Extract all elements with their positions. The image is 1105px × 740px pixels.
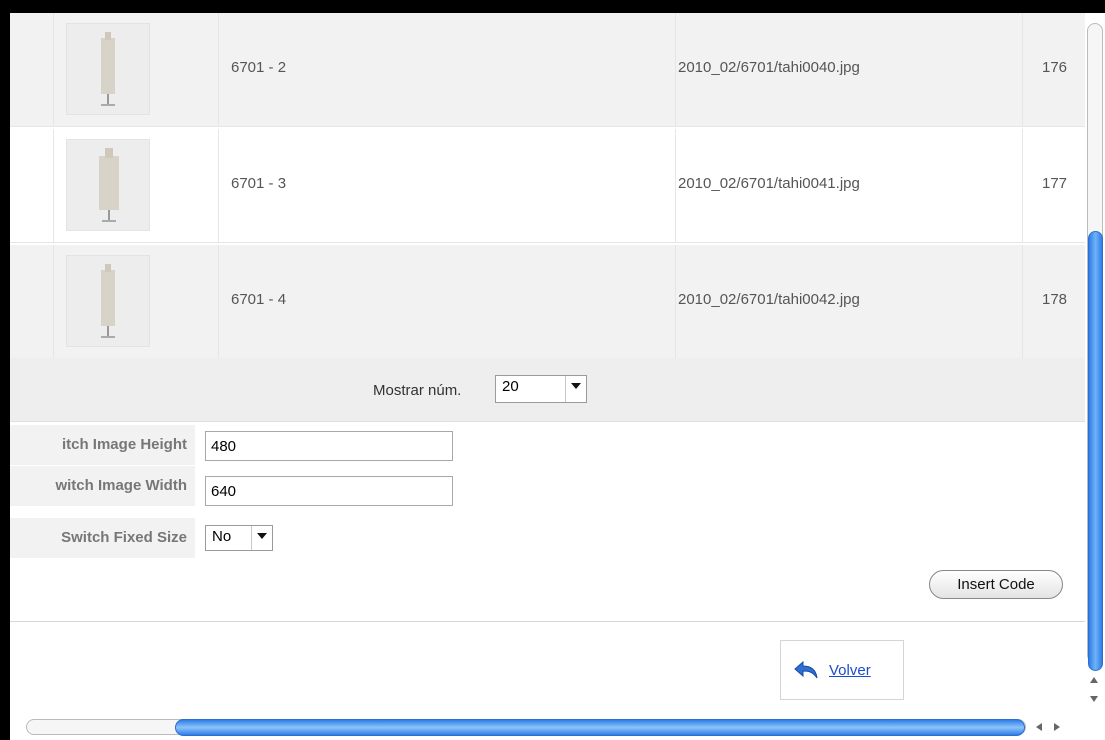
volver-link[interactable]: Volver <box>829 662 871 679</box>
height-label-cell: itch Image Height <box>10 425 195 466</box>
thumbnail-image[interactable] <box>66 255 150 347</box>
back-arrow-icon <box>794 660 818 679</box>
height-input[interactable]: 480 <box>205 431 453 461</box>
scroll-down-icon[interactable] <box>1090 696 1098 702</box>
image-id: 176 <box>1042 59 1068 76</box>
thumbnail-image[interactable] <box>66 23 150 115</box>
fixed-size-value: No <box>212 528 232 545</box>
image-file-path: 2010_02/6701/tahi0040.jpg <box>678 59 860 76</box>
pagination-label: Mostrar núm. <box>373 382 462 399</box>
pagination-bar: Mostrar núm. 20 <box>10 358 1085 422</box>
scroll-left-icon[interactable] <box>1036 723 1042 731</box>
horizontal-scrollbar[interactable] <box>10 714 1105 740</box>
fixed-size-label: Switch Fixed Size <box>61 529 187 546</box>
table-row[interactable]: 6701 - 2 2010_02/6701/tahi0040.jpg 176 <box>10 13 1085 127</box>
scroll-thumb[interactable] <box>1088 231 1103 671</box>
width-label-cell: witch Image Width <box>10 466 195 507</box>
scroll-right-icon[interactable] <box>1054 723 1060 731</box>
chevron-down-icon <box>565 376 586 402</box>
image-file-path: 2010_02/6701/tahi0042.jpg <box>678 291 860 308</box>
page-size-value: 20 <box>502 378 519 395</box>
image-name: 6701 - 2 <box>231 59 287 76</box>
table-row[interactable]: 6701 - 3 2010_02/6701/tahi0041.jpg 177 <box>10 129 1085 243</box>
chevron-down-icon <box>251 526 272 550</box>
width-label: witch Image Width <box>55 477 187 494</box>
table-row[interactable]: 6701 - 4 2010_02/6701/tahi0042.jpg 178 <box>10 245 1085 359</box>
width-input[interactable]: 640 <box>205 476 453 506</box>
fixed-size-select[interactable]: No <box>205 525 273 551</box>
scroll-thumb[interactable] <box>175 719 1025 736</box>
scrollbar-corner <box>1085 714 1105 740</box>
divider <box>10 621 1085 622</box>
volver-box: Volver <box>780 640 904 700</box>
insert-code-button[interactable]: Insert Code <box>929 570 1063 599</box>
scroll-up-icon[interactable] <box>1090 677 1098 683</box>
image-name: 6701 - 4 <box>231 291 287 308</box>
page-size-select[interactable]: 20 <box>495 375 587 403</box>
page-viewport: 6701 - 2 2010_02/6701/tahi0040.jpg 176 6… <box>10 13 1085 714</box>
image-name: 6701 - 3 <box>231 175 287 192</box>
image-file-path: 2010_02/6701/tahi0041.jpg <box>678 175 860 192</box>
fixed-size-label-cell: Switch Fixed Size <box>10 518 195 559</box>
thumbnail-image[interactable] <box>66 139 150 231</box>
image-id: 177 <box>1042 175 1068 192</box>
image-id: 178 <box>1042 291 1068 308</box>
height-label: itch Image Height <box>61 436 187 453</box>
vertical-scrollbar[interactable] <box>1085 13 1105 714</box>
